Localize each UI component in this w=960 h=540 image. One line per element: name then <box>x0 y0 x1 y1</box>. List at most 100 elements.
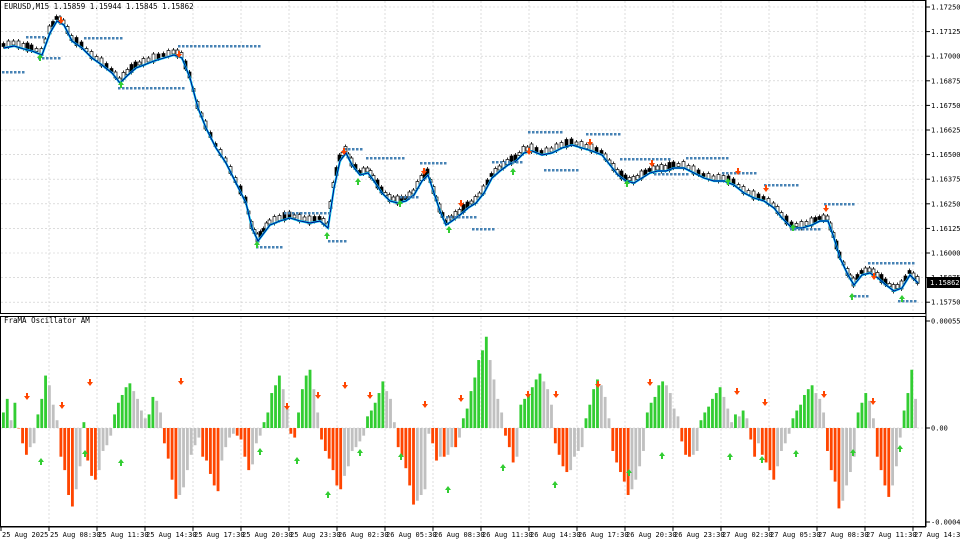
oscillator-bar <box>569 428 573 471</box>
candle-body <box>146 57 151 63</box>
buy-arrow-icon-head <box>445 486 451 490</box>
signal-dot <box>120 37 123 40</box>
oscillator-bar <box>400 428 404 457</box>
oscillator-bar <box>584 418 588 428</box>
oscillator-bar <box>484 336 488 428</box>
buy-arrow-icon-stem <box>399 204 401 207</box>
sell-arrow-icon-head <box>342 385 348 389</box>
oscillator-bar <box>500 412 504 428</box>
oscillator-bar <box>446 428 450 455</box>
signal-dot <box>682 173 685 176</box>
signal-dot <box>404 196 407 199</box>
signal-dot <box>138 87 141 90</box>
oscillator-bar <box>412 428 415 505</box>
oscillator-bar <box>691 428 695 455</box>
time-label: 27 Aug 08:30 <box>818 531 869 539</box>
signal-dot <box>678 173 681 176</box>
signal-dot <box>316 212 319 215</box>
signal-dot <box>42 36 45 39</box>
signal-dot <box>158 87 161 90</box>
time-label: 25 Aug 11:30 <box>98 531 149 539</box>
oscillator-bar <box>833 428 837 482</box>
signal-dot <box>126 87 129 90</box>
osc-level-label: 0.00 <box>931 425 948 433</box>
sell-arrow-icon-head <box>367 395 373 399</box>
oscillator-bar <box>243 428 247 457</box>
price-scale[interactable]: 1.17250 1.17125 1.17000 1.16875 1.16750 1.166… <box>926 4 960 307</box>
oscillator-bar <box>13 402 17 428</box>
buy-arrow-icon-stem <box>628 473 630 476</box>
signal-dot <box>844 203 847 206</box>
signal-dot <box>540 131 543 134</box>
oscillator-bar <box>419 428 423 496</box>
signal-dot <box>876 262 879 265</box>
signal-dot <box>880 262 883 265</box>
signal-dot <box>182 87 185 90</box>
current-price-label: 1.15862 <box>930 279 960 287</box>
signal-dot <box>446 216 449 219</box>
buy-arrow-icon <box>357 449 363 456</box>
candle-body <box>895 284 900 289</box>
sell-arrow-icon-stem <box>61 402 63 405</box>
oscillator-bar <box>580 428 584 448</box>
signal-dot <box>476 228 479 231</box>
buy-arrow-icon-stem <box>554 485 556 488</box>
candle-body <box>794 223 799 227</box>
price-label: 1.16625 <box>931 127 960 135</box>
signal-dot <box>402 157 405 160</box>
oscillator-bar <box>849 428 852 473</box>
trading-chart[interactable]: EURUSD,M15 1.15859 1.15944 1.15845 1.158… <box>0 0 960 540</box>
oscillator-bar <box>573 428 576 457</box>
oscillator-bar <box>860 402 864 428</box>
oscillator-bar <box>423 428 427 490</box>
signal-dot <box>668 158 671 161</box>
buy-arrow-icon <box>500 464 506 471</box>
oscillator-bar <box>665 385 668 428</box>
sell-arrow-icon-head <box>458 398 464 402</box>
signal-dot <box>726 157 729 160</box>
candle-body <box>489 173 494 177</box>
oscillator-scale[interactable]: 0.000551 0.00 -0.000491 <box>926 318 960 527</box>
signal-dot <box>390 157 393 160</box>
oscillator-bar <box>806 389 810 428</box>
buy-arrow-icon-head <box>325 491 331 495</box>
candle-body <box>292 214 297 219</box>
oscillator-bar <box>346 428 350 467</box>
sell-arrow-icon-head <box>647 382 653 386</box>
oscillator-bar <box>70 428 74 507</box>
candle-body <box>171 49 176 55</box>
buy-arrow-icon-head <box>118 459 124 463</box>
candle-body <box>655 165 660 171</box>
candle-body <box>391 196 396 202</box>
candle-body <box>11 40 16 46</box>
sell-arrow-icon-head <box>315 395 321 399</box>
oscillator-bar <box>787 428 791 434</box>
sell-arrow-icon-head <box>422 404 428 408</box>
oscillator-bar <box>902 410 906 428</box>
buy-arrow-icon <box>325 491 331 498</box>
signal-dot <box>556 169 559 172</box>
signal-dot <box>488 228 491 231</box>
signal-dot <box>658 173 661 176</box>
signal-dot <box>560 131 563 134</box>
price-label: 1.16750 <box>931 102 960 110</box>
sell-arrow-icon-stem <box>651 160 653 163</box>
signal-dot <box>768 184 771 187</box>
sell-arrow-icon-stem <box>286 403 288 406</box>
buy-arrow-icon-stem <box>901 299 903 302</box>
oscillator-bar <box>588 404 592 428</box>
oscillator-bar <box>619 428 622 473</box>
signal-dot <box>670 173 673 176</box>
signal-dot <box>100 37 103 40</box>
candle-body <box>825 215 830 221</box>
sell-arrow-icon <box>87 379 93 386</box>
buy-arrow-icon <box>445 486 451 493</box>
sell-arrow-icon <box>647 379 653 386</box>
signal-dot <box>810 228 813 231</box>
oscillator-bar <box>722 396 726 428</box>
signal-dot <box>802 228 805 231</box>
signal-dot <box>796 184 799 187</box>
time-label: 27 Aug 14:30 <box>914 531 960 539</box>
time-label: 25 Aug 08:30 <box>50 531 101 539</box>
time-axis[interactable]: 25 Aug 2025 25 Aug 08:3025 Aug 11:3025 Au… <box>0 526 960 539</box>
